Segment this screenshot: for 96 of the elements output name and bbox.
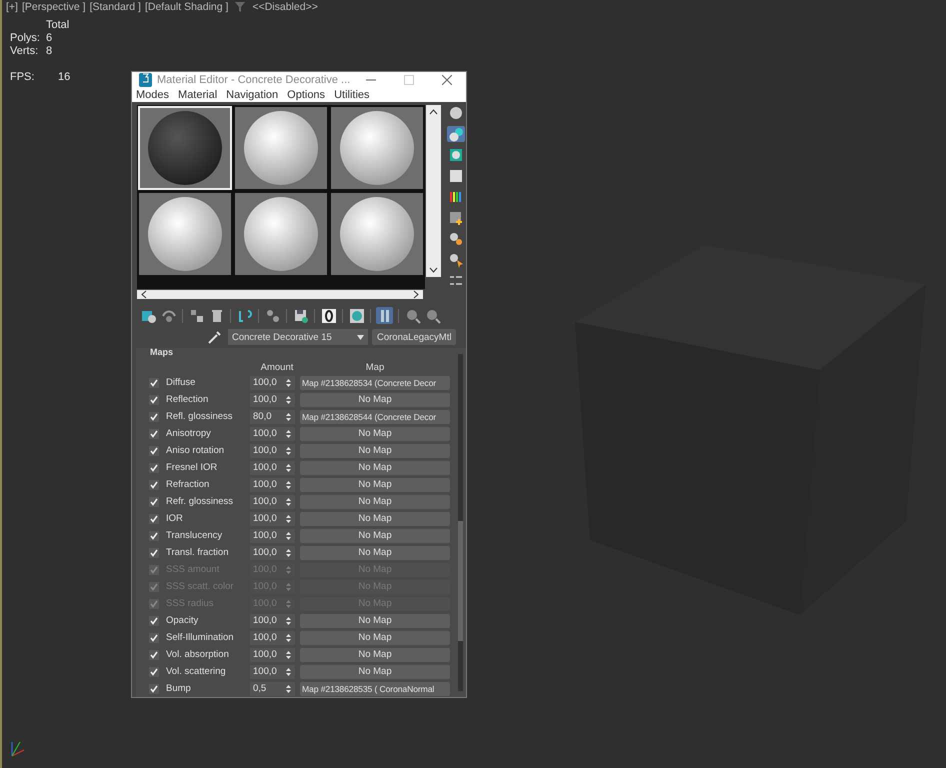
amount-spinner[interactable]: 0,5 [250,682,295,696]
material-slot[interactable] [330,106,424,190]
amount-spinner[interactable]: 100,0 [250,546,295,560]
map-label: Translucency [165,530,224,541]
map-label: Diffuse [165,377,196,388]
material-slot[interactable] [138,192,232,276]
material-type-button[interactable]: CoronaLegacyMtl [372,329,456,345]
viewport-label[interactable]: [+] [6,1,18,13]
column-header: Amount [260,362,294,374]
map-button[interactable]: Map #2138628535 ( CoronaNormal [300,682,450,696]
stat-label: Polys: [10,32,41,44]
material-name-dropdown[interactable]: Concrete Decorative 15 [228,329,368,345]
stat-label: Verts: [10,45,40,57]
map-label: Reflection [165,394,210,405]
fps-value: 16 [57,71,70,83]
sphere-square-icon[interactable] [348,307,365,324]
viewport-label[interactable]: [Default Shading ] [144,1,228,13]
map-button[interactable]: No Map [300,664,450,678]
amount-spinner[interactable]: 100,0 [250,426,295,440]
map-label: Vol. absorption [165,649,230,660]
scroll-down-icon[interactable] [429,266,438,273]
map-button[interactable]: No Map [300,392,450,406]
map-label: Opacity [165,615,200,626]
map-button[interactable]: No Map [300,478,450,492]
menu-item[interactable]: Utilities [334,89,370,102]
scroll-up-icon[interactable] [429,108,438,115]
amount-spinner[interactable]: 80,0 [250,410,295,424]
scroll-left-icon[interactable] [141,290,147,299]
map-label: Refr. glossiness [165,496,234,507]
eyedropper-icon[interactable] [208,330,222,344]
stat-value: 8 [46,45,54,57]
map-button[interactable]: No Map [300,512,450,526]
map-button[interactable]: Map #2138628534 (Concrete Decor [300,376,450,390]
menu-item[interactable]: Modes [136,89,170,102]
close-icon[interactable] [442,75,452,86]
viewport-label[interactable]: [Perspective ] [22,1,86,13]
amount-spinner[interactable]: 100,0 [250,494,295,508]
sphere-icon[interactable] [447,104,465,121]
stat-value: 6 [46,32,54,44]
map-label: Refl. glossiness [165,411,234,422]
column-header: Map [364,362,386,374]
spheres-icon[interactable] [447,126,465,142]
magnifier-icon[interactable] [404,307,421,324]
stats-header: Total [46,19,70,31]
window-title: Material Editor - Concrete Decorative ... [157,74,350,86]
amount-spinner[interactable]: 100,0 [250,528,295,542]
filter-label[interactable]: <<Disabled>> [252,1,318,13]
amount-spinner[interactable]: 100,0 [250,614,295,628]
amount-spinner[interactable]: 100,0 [250,444,295,458]
amount-spinner[interactable]: 100,0 [250,648,295,662]
map-button[interactable]: No Map [300,528,450,542]
map-label: Vol. scattering [165,666,227,677]
map-label: Anisotropy [165,428,212,439]
material-slot[interactable] [234,106,328,190]
map-label: IOR [165,513,184,524]
horizontal-scrollbar[interactable] [137,290,423,299]
material-slot[interactable] [234,192,328,276]
amount-spinner[interactable]: 100,0 [250,512,295,526]
amount-spinner[interactable]: 100,0 [250,664,295,678]
vertical-scrollbar[interactable] [426,104,441,277]
map-button[interactable]: No Map [300,614,450,628]
menu-item[interactable]: Material [178,89,218,102]
map-button[interactable]: No Map [300,494,450,508]
caret-icon[interactable] [357,334,364,340]
columns-icon[interactable] [376,307,393,324]
amount-spinner[interactable]: 100,0 [250,478,295,492]
save-icon[interactable] [292,307,309,324]
rollout-title[interactable]: Maps [150,348,458,358]
map-button[interactable]: No Map [300,426,450,440]
map-label: Fresnel IOR [165,462,218,473]
copy-icon[interactable] [188,307,205,324]
map-label: Bump [165,683,192,694]
material-slot[interactable] [330,192,424,276]
fps-label: FPS: [10,71,36,83]
amount-spinner[interactable]: 100,0 [250,460,295,474]
map-button[interactable]: No Map [300,630,450,644]
scroll-right-icon[interactable] [413,290,419,299]
map-button[interactable]: No Map [300,546,450,560]
map-label: Self-Illumination [165,632,235,643]
magnifier-icon[interactable] [424,307,441,324]
amount-spinner[interactable]: 100,0 [250,392,295,406]
square-icon[interactable] [447,168,465,184]
map-button[interactable]: No Map [300,444,450,458]
map-label: Aniso rotation [165,445,226,456]
amount-spinner[interactable]: 100,0 [250,630,295,644]
menu-item[interactable]: Options [287,89,326,102]
nodes-icon[interactable] [264,307,281,324]
menu-item[interactable]: Navigation [226,89,278,102]
map-button[interactable]: No Map [300,648,450,662]
viewport-label[interactable]: [Standard ] [90,1,141,13]
map-button[interactable]: Map #2138628544 (Concrete Decor [300,410,450,424]
amount-spinner[interactable]: 100,0 [250,376,295,390]
zero-icon[interactable] [320,307,337,324]
map-label: Refraction [165,479,210,490]
map-label: Transl. fraction [165,547,230,558]
map-button[interactable]: No Map [300,460,450,474]
